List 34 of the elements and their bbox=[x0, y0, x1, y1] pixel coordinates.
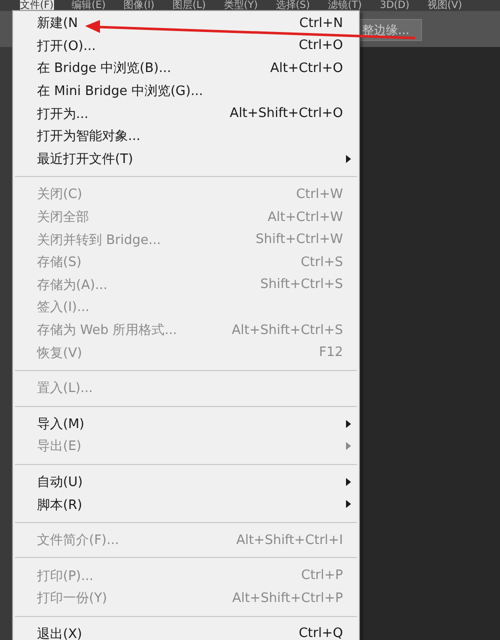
menu-title[interactable]: 类型(Y) bbox=[224, 0, 258, 11]
menu-item[interactable]: 在 Mini Bridge 中浏览(G)... bbox=[37, 82, 343, 100]
shortcut-label: Alt+Shift+Ctrl+P bbox=[232, 590, 343, 606]
shortcut-label: Alt+Shift+Ctrl+I bbox=[236, 532, 343, 548]
shortcut-label: Alt+Shift+Ctrl+O bbox=[230, 106, 343, 122]
menu-item[interactable]: 在 Bridge 中浏览(B)... bbox=[37, 59, 270, 78]
menu-title[interactable]: 3D(D) bbox=[380, 0, 410, 11]
menu-title[interactable]: 选择(S) bbox=[276, 0, 310, 11]
menu-title[interactable]: 图层(L) bbox=[172, 0, 206, 11]
menu-title[interactable]: 滤镜(T) bbox=[328, 0, 362, 11]
menu-title[interactable]: 编辑(E) bbox=[72, 0, 106, 11]
menu-item[interactable]: 自动(U) bbox=[37, 472, 343, 491]
shortcut-label: Ctrl+S bbox=[300, 254, 343, 270]
menu-item[interactable]: 脚本(R) bbox=[37, 496, 343, 514]
shortcut-label: Ctrl+W bbox=[296, 186, 343, 202]
menu-item[interactable]: 打开(O)... bbox=[37, 36, 299, 55]
shortcut-label: Alt+Ctrl+W bbox=[268, 210, 343, 225]
shortcut-label: Ctrl+O bbox=[298, 38, 343, 54]
shortcut-label: F12 bbox=[318, 345, 343, 360]
menu-title[interactable]: 视图(V) bbox=[427, 0, 462, 11]
menu-item[interactable]: 新建(N bbox=[37, 14, 300, 32]
shortcut-label: Shift+Ctrl+W bbox=[256, 232, 343, 248]
menu-title[interactable]: 图像(I) bbox=[124, 0, 154, 11]
menu-item[interactable]: 打开为智能对象... bbox=[37, 127, 343, 146]
shortcut-label: Shift+Ctrl+S bbox=[260, 277, 343, 292]
shortcut-label: Ctrl+Q bbox=[298, 626, 343, 640]
menu-item[interactable]: 退出(X) bbox=[37, 624, 299, 640]
menu-item[interactable]: 打开为... bbox=[37, 104, 230, 123]
menu-item[interactable]: 最近打开文件(T) bbox=[37, 150, 343, 168]
shortcut-label: Alt+Ctrl+O bbox=[270, 60, 343, 76]
menu-item[interactable]: 导入(M) bbox=[37, 414, 343, 433]
shortcut-label: Alt+Shift+Ctrl+S bbox=[232, 322, 343, 338]
shortcut-label: Ctrl+P bbox=[301, 568, 343, 584]
shortcut-label: Ctrl+N bbox=[299, 16, 343, 31]
